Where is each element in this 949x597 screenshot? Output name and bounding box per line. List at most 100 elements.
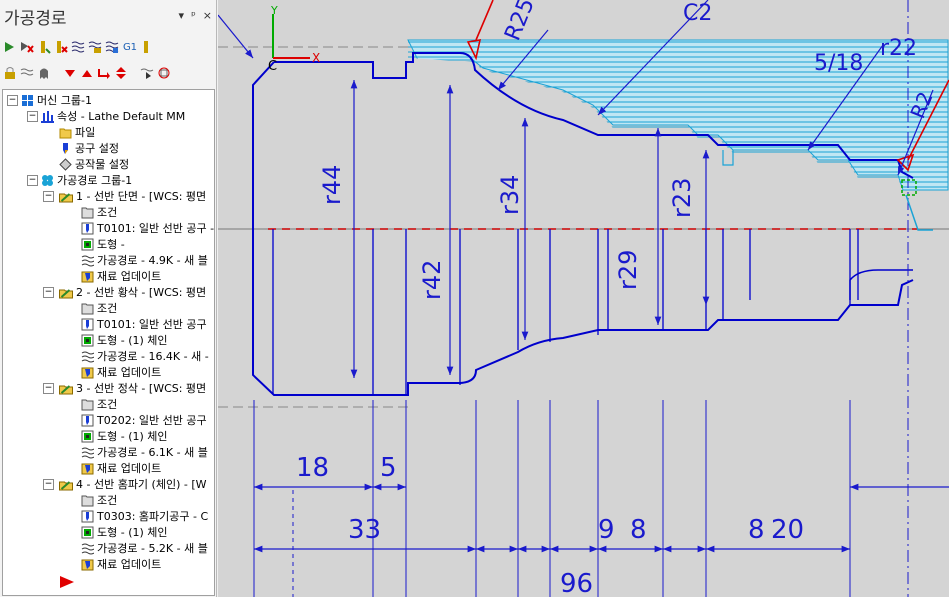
post-g1-button[interactable]: G1 bbox=[121, 38, 139, 56]
tree-op-tool[interactable]: T0101: 일반 선반 공구 bbox=[81, 316, 207, 332]
collapse-toggle-icon[interactable]: − bbox=[27, 174, 38, 186]
tree-operation[interactable]: − 4 - 선반 홈파기 (체인) - [W bbox=[43, 476, 207, 492]
tree-op-toolpath[interactable]: 가공경로 - 4.9K - 새 블 bbox=[81, 252, 208, 268]
lock-icon[interactable] bbox=[2, 64, 18, 82]
panel-close-button[interactable]: × bbox=[203, 9, 212, 22]
params-icon bbox=[81, 399, 94, 410]
tree-op-tool-label: T0303: 홈파기공구 - C bbox=[97, 510, 209, 523]
collapse-toggle-icon[interactable]: − bbox=[7, 94, 18, 106]
collapse-toggle-icon[interactable]: − bbox=[43, 286, 54, 298]
wcs-y-label: Y bbox=[270, 4, 278, 17]
tree-op-tool[interactable]: T0202: 일반 선반 공구 bbox=[81, 412, 207, 428]
options-icon[interactable] bbox=[156, 64, 172, 82]
upd-icon bbox=[81, 271, 94, 282]
length-label-18: 18 bbox=[296, 453, 329, 483]
tree-op-toolpath-label: 가공경로 - 5.2K - 새 블 bbox=[97, 542, 208, 555]
move-up-icon[interactable] bbox=[79, 64, 95, 82]
wcs-origin-label: C bbox=[268, 59, 277, 74]
tree-op-parameters-label: 조건 bbox=[97, 206, 118, 219]
tree-op-toolpath[interactable]: 가공경로 - 5.2K - 새 블 bbox=[81, 540, 208, 556]
path-icon bbox=[81, 351, 94, 362]
tree-op-toolpath[interactable]: 가공경로 - 16.4K - 새 - bbox=[81, 348, 209, 364]
collapse-toggle-icon[interactable]: − bbox=[43, 478, 54, 490]
tree-op-toolpath-label: 가공경로 - 4.9K - 새 블 bbox=[97, 254, 208, 267]
regen-dirty-icon[interactable] bbox=[53, 38, 69, 56]
tree-op-parameters[interactable]: 조건 bbox=[81, 300, 117, 316]
collapse-toggle-icon[interactable]: − bbox=[43, 382, 54, 394]
tree-toolpath-group[interactable]: − 가공경로 그룹-1 bbox=[27, 172, 132, 188]
collapse-toggle-icon[interactable]: − bbox=[27, 110, 38, 122]
tree-operation[interactable]: − 2 - 선반 황삭 - [WCS: 평면 bbox=[43, 284, 206, 300]
single-select-icon[interactable] bbox=[139, 64, 155, 82]
stock-icon bbox=[59, 157, 72, 171]
tree-files[interactable]: 파일 bbox=[59, 124, 95, 140]
tree-op-parameters[interactable]: 조건 bbox=[81, 492, 117, 508]
tree-op-stock-update-label: 재료 업데이트 bbox=[97, 462, 162, 475]
tree-op-geometry-label: 도형 - (1) 체인 bbox=[97, 526, 168, 539]
wcs-x-label: X bbox=[312, 51, 320, 65]
panel-menu-button[interactable]: ▾ bbox=[179, 9, 185, 22]
length-label-8b: 8 bbox=[748, 515, 765, 545]
diameter-label-34: r34 bbox=[496, 175, 524, 215]
toolbar-row-2 bbox=[2, 64, 172, 82]
tree-operation[interactable]: − 1 - 선반 단면 - [WCS: 평면 bbox=[43, 188, 206, 204]
geom-icon bbox=[81, 334, 94, 346]
diameter-label-42: r42 bbox=[418, 260, 446, 300]
tree-op-stock-update[interactable]: 재료 업데이트 bbox=[81, 364, 161, 380]
tree-op-toolpath-label: 가공경로 - 6.1K - 새 블 bbox=[97, 446, 208, 459]
folder-icon bbox=[59, 128, 72, 138]
toolpaths-panel: 가공경로 ▾ ᵖ × G1 − 머신 그룹-1 − 속성 - Lathe Defaul… bbox=[0, 0, 217, 597]
tool-icon[interactable] bbox=[140, 38, 156, 56]
panel-pin-button[interactable]: ᵖ bbox=[191, 9, 196, 22]
tree-op-stock-update[interactable]: 재료 업데이트 bbox=[81, 556, 161, 572]
tree-op-tool[interactable]: T0101: 일반 선반 공구 - bbox=[81, 220, 214, 236]
tree-op-geometry[interactable]: 도형 - (1) 체인 bbox=[81, 524, 168, 540]
tree-op-parameters-label: 조건 bbox=[97, 494, 118, 507]
tree-operation[interactable]: − 3 - 선반 정삭 - [WCS: 평면 bbox=[43, 380, 206, 396]
tree-op-geometry[interactable]: 도형 - (1) 체인 bbox=[81, 332, 168, 348]
tree-op-tool[interactable]: T0303: 홈파기공구 - C bbox=[81, 508, 208, 524]
tree-op-stock-update-label: 재료 업데이트 bbox=[97, 366, 162, 379]
tree-properties[interactable]: − 속성 - Lathe Default MM bbox=[27, 108, 185, 124]
upd-icon bbox=[81, 463, 94, 474]
tree-op-tool-label: T0202: 일반 선반 공구 bbox=[97, 414, 207, 427]
ghost-icon[interactable] bbox=[36, 64, 52, 82]
graphics-viewport[interactable]: Y X Cr44 r42 r34 r29 r23 R25 C2 R2 r22 5/18 18 5 33 9 8 8… bbox=[218, 0, 949, 597]
backplot-icon[interactable] bbox=[70, 38, 86, 56]
op-icon bbox=[59, 288, 73, 298]
upd-icon bbox=[81, 559, 94, 570]
simulate-icon[interactable] bbox=[104, 38, 120, 56]
tree-machine-group-label: 머신 그룹-1 bbox=[37, 94, 92, 107]
diameter-label-23: r23 bbox=[668, 178, 696, 218]
tree-op-geometry[interactable]: 도형 - (1) 체인 bbox=[81, 428, 168, 444]
tree-op-toolpath[interactable]: 가공경로 - 6.1K - 새 블 bbox=[81, 444, 208, 460]
opTool-icon bbox=[81, 510, 94, 522]
verify-icon[interactable] bbox=[87, 38, 103, 56]
tree-op-parameters[interactable]: 조건 bbox=[81, 396, 117, 412]
toggle-display-icon[interactable] bbox=[19, 64, 35, 82]
select-all-icon[interactable] bbox=[2, 38, 18, 56]
tree-op-tool-label: T0101: 일반 선반 공구 bbox=[97, 318, 207, 331]
insert-arrow-icon[interactable] bbox=[96, 64, 112, 82]
tree-tool-settings[interactable]: 공구 설정 bbox=[59, 140, 119, 156]
tree-op-geometry-label: 도형 - (1) 체인 bbox=[97, 430, 168, 443]
tree-machine-group[interactable]: − 머신 그룹-1 bbox=[7, 92, 92, 108]
collapse-toggle-icon[interactable]: − bbox=[43, 190, 54, 202]
scroll-to-insert-icon[interactable] bbox=[113, 64, 129, 82]
move-down-icon[interactable] bbox=[62, 64, 78, 82]
tree-op-stock-update[interactable]: 재료 업데이트 bbox=[81, 460, 161, 476]
operations-tree: − 머신 그룹-1 − 속성 - Lathe Default MM 파일공구 설정 공작물… bbox=[2, 89, 215, 596]
regen-selected-icon[interactable] bbox=[36, 38, 52, 56]
radius-label-r25: R25 bbox=[500, 0, 539, 44]
tree-op-geometry[interactable]: 도형 - bbox=[81, 236, 125, 252]
insert-arrow-icon[interactable] bbox=[59, 574, 75, 590]
radius-label-r22: r22 bbox=[880, 36, 917, 61]
tree-op-stock-update[interactable]: 재료 업데이트 bbox=[81, 268, 161, 284]
tree-stock-setup[interactable]: 공작물 설정 bbox=[59, 156, 129, 172]
op-icon bbox=[59, 192, 73, 202]
deselect-icon[interactable] bbox=[19, 38, 35, 56]
tree-tool-settings-label: 공구 설정 bbox=[75, 142, 119, 155]
tree-op-parameters[interactable]: 조건 bbox=[81, 204, 117, 220]
tree-properties-label: 속성 - Lathe Default MM bbox=[57, 110, 186, 123]
path-icon bbox=[81, 447, 94, 458]
